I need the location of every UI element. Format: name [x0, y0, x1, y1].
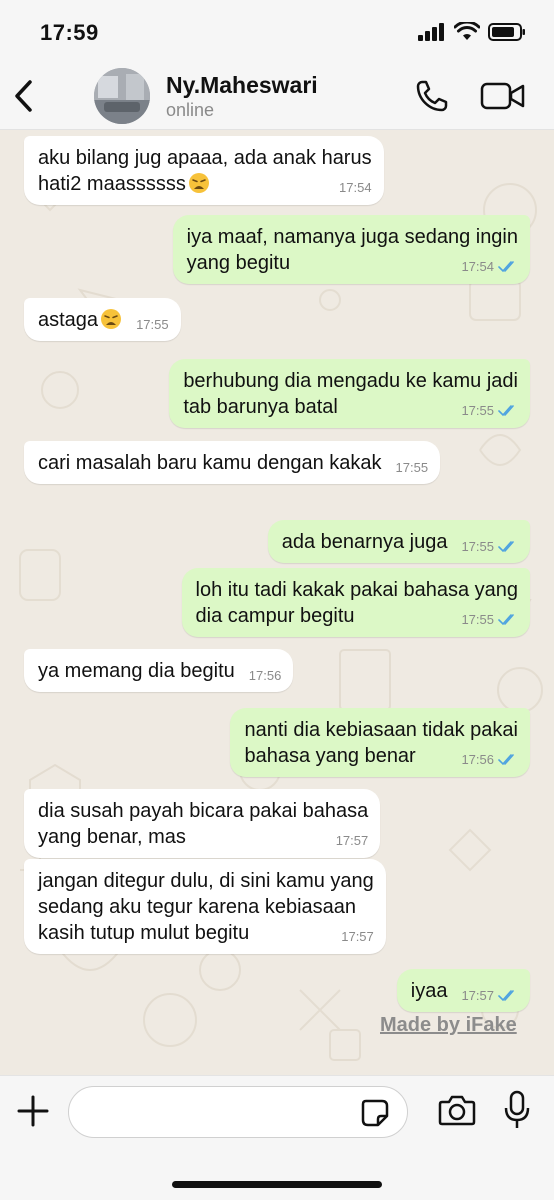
chat-area[interactable]: aku bilang jug apaaa, ada anak harus hat…: [0, 130, 554, 1075]
read-ticks-icon: [498, 614, 514, 626]
incoming-message[interactable]: dia susah payah bicara pakai bahasa yang…: [24, 789, 381, 858]
message-time: 17:56: [248, 667, 282, 683]
message-text: ada benarnya juga: [281, 531, 448, 553]
message-meta: 17:55: [461, 613, 518, 627]
message-text: cari masalah baru kamu dengan kakak: [38, 452, 382, 474]
message-meta: 17:57: [461, 987, 518, 1003]
message-meta: 17:56: [461, 753, 518, 767]
message-text: jangan ditegur dulu, di sini kamu yang s…: [38, 870, 374, 944]
message-meta: 17:56: [248, 667, 282, 683]
attach-button[interactable]: [16, 1094, 50, 1128]
outgoing-message[interactable]: loh itu tadi kakak pakai bahasa yang dia…: [181, 568, 530, 637]
read-ticks-icon: [498, 754, 514, 766]
message-time: 17:54: [461, 259, 494, 274]
outgoing-message[interactable]: nanti dia kebiasaan tidak pakai bahasa y…: [230, 708, 530, 777]
microphone-icon: [504, 1090, 530, 1128]
message-time: 17:55: [395, 459, 429, 475]
message-time: 17:55: [136, 316, 169, 332]
message-time: 17:57: [341, 929, 374, 944]
sticker-icon: [361, 1099, 389, 1127]
message-text: ya memang dia begitu: [38, 660, 235, 682]
incoming-message[interactable]: ya memang dia begitu 17:56: [24, 649, 294, 692]
battery-icon: [488, 23, 525, 41]
read-ticks-icon: [498, 405, 514, 417]
status-bar: 17:59: [0, 0, 554, 64]
video-call-button[interactable]: [480, 80, 526, 112]
read-ticks-icon: [498, 989, 514, 1001]
status-icons: [418, 22, 526, 42]
message-time: 17:55: [461, 403, 494, 418]
message-meta: 17:57: [341, 930, 374, 944]
message-meta: 17:57: [336, 834, 369, 848]
message-time: 17:55: [461, 612, 494, 627]
plus-icon: [17, 1095, 49, 1127]
message-meta: 17:55: [395, 459, 429, 475]
read-ticks-icon: [498, 540, 514, 552]
incoming-message[interactable]: jangan ditegur dulu, di sini kamu yang s…: [24, 859, 386, 954]
contact-status: online: [166, 100, 215, 120]
incoming-message[interactable]: astaga 17:55: [24, 298, 181, 341]
status-time: 17:59: [40, 20, 99, 45]
contact-name[interactable]: Ny.Maheswari: [166, 72, 318, 99]
read-ticks-icon: [498, 261, 514, 273]
outgoing-message[interactable]: ada benarnya juga 17:55: [267, 520, 530, 563]
phone-icon: [416, 80, 448, 112]
message-meta: 17:55: [461, 404, 518, 418]
message-text: iyaa: [410, 980, 448, 1002]
message-time: 17:56: [461, 752, 494, 767]
camera-icon: [438, 1095, 476, 1126]
message-meta: 17:55: [461, 538, 518, 554]
message-meta: 17:55: [136, 316, 169, 332]
message-input[interactable]: [68, 1086, 408, 1138]
avatar[interactable]: [94, 68, 150, 124]
outgoing-message[interactable]: berhubung dia mengadu ke kamu jadi tab b…: [169, 359, 530, 428]
cellular-signal-icon: [418, 23, 444, 41]
avatar-photo: [94, 68, 150, 124]
message-meta: 17:54: [461, 260, 518, 274]
wifi-icon: [454, 22, 480, 40]
weary-face-emoji: [101, 309, 122, 329]
weary-face-emoji: [188, 173, 209, 193]
home-indicator[interactable]: [172, 1181, 382, 1188]
message-meta: 17:54: [339, 181, 372, 195]
sticker-button[interactable]: [360, 1098, 390, 1128]
incoming-message[interactable]: cari masalah baru kamu dengan kakak 17:55: [24, 441, 441, 484]
message-time: 17:55: [461, 538, 494, 554]
camera-button[interactable]: [438, 1092, 476, 1128]
back-button[interactable]: [12, 78, 38, 114]
input-bar: [0, 1075, 554, 1200]
video-camera-icon: [480, 82, 525, 110]
message-time: 17:54: [339, 180, 372, 195]
message-text: astaga: [38, 309, 99, 331]
message-text: dia susah payah bicara pakai bahasa yang…: [38, 800, 369, 848]
message-time: 17:57: [335, 833, 369, 848]
message-time: 17:57: [461, 987, 494, 1003]
chevron-left-icon: [15, 80, 32, 112]
voice-call-button[interactable]: [414, 78, 450, 114]
watermark: Made by iFake: [380, 1014, 517, 1036]
chat-header: Ny.Maheswari online: [0, 64, 554, 130]
outgoing-message[interactable]: iya maaf, namanya juga sedang ingin yang…: [172, 215, 530, 284]
outgoing-message[interactable]: iyaa 17:57: [396, 969, 530, 1012]
incoming-message[interactable]: aku bilang jug apaaa, ada anak harus hat…: [24, 136, 384, 205]
microphone-button[interactable]: [504, 1090, 530, 1130]
